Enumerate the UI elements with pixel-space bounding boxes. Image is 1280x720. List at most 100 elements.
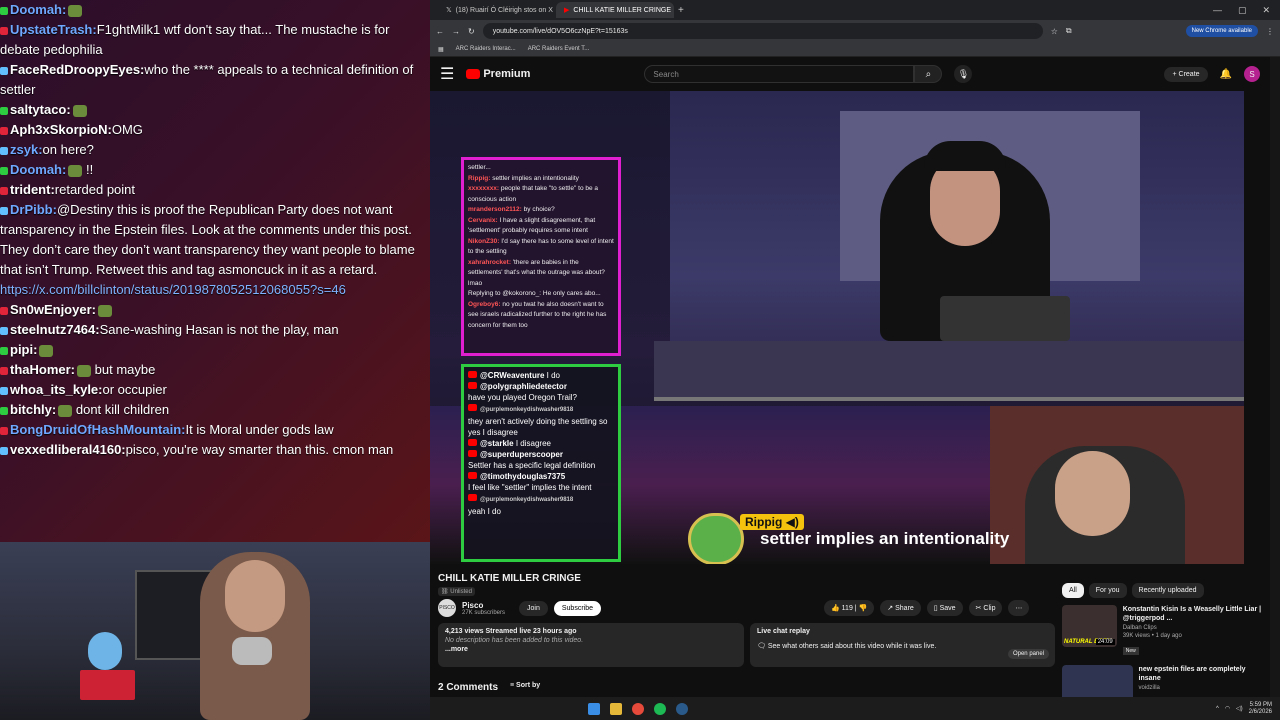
steam-icon[interactable]: [676, 702, 688, 715]
notifications-bell-icon[interactable]: 🔔: [1220, 69, 1232, 80]
pink-chat-overlay: settler... Rippig: settler implies an int…: [461, 157, 621, 356]
more-link[interactable]: ...more: [445, 646, 737, 653]
minimize-icon[interactable]: —: [1213, 5, 1222, 16]
tab-youtube[interactable]: ▶CHILL KATIE MILLER CRINGE✕: [556, 2, 674, 18]
streamer-webcam: [0, 542, 430, 720]
reload-icon[interactable]: ↻: [468, 27, 475, 36]
chip-all[interactable]: All: [1062, 583, 1084, 598]
save-label: Save: [939, 605, 956, 612]
chat-username[interactable]: thaHomer:: [10, 362, 75, 377]
chat-username[interactable]: trident:: [10, 182, 55, 197]
chat-username[interactable]: bitchly:: [10, 402, 56, 417]
rec-item[interactable]: NATURAL BORN 24:09 Konstantin Kisin Is a …: [1062, 605, 1267, 657]
window-controls: — ▢ ✕: [1213, 5, 1280, 16]
chat-badge-icon: [0, 26, 8, 35]
scissors-icon: ✂: [975, 605, 982, 612]
chat-username[interactable]: pipi:: [10, 342, 37, 357]
join-button[interactable]: Join: [519, 600, 548, 616]
volume-icon[interactable]: ◁): [1236, 705, 1243, 712]
youtube-logo[interactable]: Premium: [466, 68, 530, 80]
search-input[interactable]: Search: [644, 65, 915, 83]
rec-title[interactable]: new epstein files are completely insane: [1139, 665, 1267, 683]
chat-badge-icon: [0, 206, 8, 215]
share-button[interactable]: ↗ Share: [880, 600, 921, 616]
tab-x[interactable]: 𝕏(18) Ruairí Ó Cléirigh stos on X✕: [438, 2, 556, 18]
spotify-icon[interactable]: [654, 702, 666, 715]
chat-username[interactable]: FaceRedDroopyEyes:: [10, 62, 144, 77]
create-button[interactable]: + Create: [1164, 66, 1208, 82]
emote-icon: [77, 364, 92, 377]
clock[interactable]: 5:59 PM 2/6/2026: [1249, 702, 1272, 716]
chat-username[interactable]: Aph3xSkorpioN:: [10, 122, 112, 137]
webcam-books: [80, 670, 135, 700]
chat-username[interactable]: BongDruidOfHashMountain:: [10, 422, 185, 437]
chrome-icon[interactable]: [632, 702, 644, 715]
account-avatar[interactable]: S: [1244, 66, 1260, 82]
extensions-icon[interactable]: ⧉: [1066, 26, 1072, 36]
youtube-page: ☰ Premium Search ⌕ 🎙 + Create 🔔 S settle…: [430, 57, 1270, 707]
chat-username[interactable]: saltytaco:: [10, 102, 71, 117]
x-logo-icon: 𝕏: [446, 7, 452, 14]
bookmark-2[interactable]: ARC Raiders Event T...: [528, 46, 590, 52]
apps-icon[interactable]: ▦: [438, 46, 444, 53]
chip-recently-uploaded[interactable]: Recently uploaded: [1131, 583, 1204, 598]
scrollbar[interactable]: [1270, 57, 1280, 697]
chat-message: Doomah: !!: [0, 160, 430, 180]
video-player[interactable]: settler... Rippig: settler implies an int…: [430, 91, 1244, 564]
microphone-icon[interactable]: 🎙: [954, 65, 973, 83]
url-field[interactable]: youtube.com/live/dOV5O6czNpE?t=15163s: [482, 23, 1043, 39]
windows-start-icon[interactable]: [588, 702, 600, 715]
youtube-play-icon: [466, 69, 481, 79]
webcam-microphone: [232, 637, 272, 665]
save-button[interactable]: ▯ Save: [926, 600, 963, 616]
clip-button[interactable]: ✂ Clip: [968, 600, 1003, 616]
tray-chevron-icon[interactable]: ^: [1216, 706, 1219, 712]
chat-username[interactable]: Doomah:: [10, 2, 66, 17]
channel-avatar[interactable]: PISCO: [438, 599, 456, 617]
chat-username[interactable]: UpstateTrash:: [10, 22, 97, 37]
new-tab-icon[interactable]: +: [678, 5, 684, 16]
star-icon[interactable]: ☆: [1051, 27, 1058, 36]
wifi-icon[interactable]: ◠: [1225, 705, 1230, 712]
overlay-chat-text: by choice?: [523, 206, 555, 213]
rec-title[interactable]: Konstantin Kisin Is a Weaselly Little Li…: [1123, 605, 1267, 623]
chat-message: FaceRedDroopyEyes:who the **** appeals t…: [0, 60, 430, 100]
clip-label: Clip: [983, 605, 996, 612]
back-icon[interactable]: ←: [436, 27, 444, 36]
menu-dots-icon[interactable]: ⋮: [1266, 27, 1274, 36]
channel-name[interactable]: Pisco: [462, 601, 505, 610]
chat-badge-icon: [0, 146, 8, 155]
subscribe-button[interactable]: Subscribe: [553, 600, 602, 616]
like-button[interactable]: 👍 119 | 👎: [824, 600, 875, 616]
sort-by-button[interactable]: ≡ Sort by: [510, 682, 540, 689]
new-chrome-button[interactable]: New Chrome available: [1185, 25, 1258, 37]
chip-for-you[interactable]: For you: [1088, 583, 1127, 598]
chat-username[interactable]: Sn0wEnjoyer:: [10, 302, 96, 317]
chat-username[interactable]: zsyk:: [10, 142, 43, 157]
maximize-icon[interactable]: ▢: [1238, 5, 1247, 16]
chat-username[interactable]: vexxedliberal4160:: [10, 442, 126, 457]
chat-link[interactable]: https://x.com/billclinton/status/2019878…: [0, 282, 346, 297]
search-icon[interactable]: ⌕: [914, 65, 943, 83]
more-actions-icon[interactable]: ⋯: [1008, 600, 1030, 616]
frog-avatar: [688, 513, 744, 564]
forward-icon[interactable]: →: [452, 27, 460, 36]
chat-username[interactable]: steelnutz7464:: [10, 322, 100, 337]
chat-badge-icon: [0, 66, 8, 75]
thumbs-down-icon[interactable]: 👎: [859, 605, 868, 612]
chat-username[interactable]: whoa_its_kyle:: [10, 382, 103, 397]
share-label: Share: [895, 605, 914, 612]
address-bar-row: ← → ↻ youtube.com/live/dOV5O6czNpE?t=151…: [430, 20, 1280, 42]
file-explorer-icon[interactable]: [610, 702, 622, 715]
rec-thumbnail[interactable]: NATURAL BORN 24:09: [1062, 605, 1117, 647]
duration-badge: 24:09: [1095, 639, 1115, 645]
close-window-icon[interactable]: ✕: [1262, 5, 1270, 16]
hamburger-menu-icon[interactable]: ☰: [440, 64, 454, 84]
chat-username[interactable]: DrPibb:: [10, 202, 57, 217]
open-panel-button[interactable]: Open panel: [1007, 649, 1049, 659]
description-box[interactable]: 4,213 views Streamed live 23 hours ago N…: [438, 623, 744, 667]
webcam-head: [225, 560, 285, 632]
bookmark-1[interactable]: ARC Raiders Interac...: [456, 46, 516, 52]
webcam-figurine: [88, 632, 122, 670]
chat-username[interactable]: Doomah:: [10, 162, 66, 177]
